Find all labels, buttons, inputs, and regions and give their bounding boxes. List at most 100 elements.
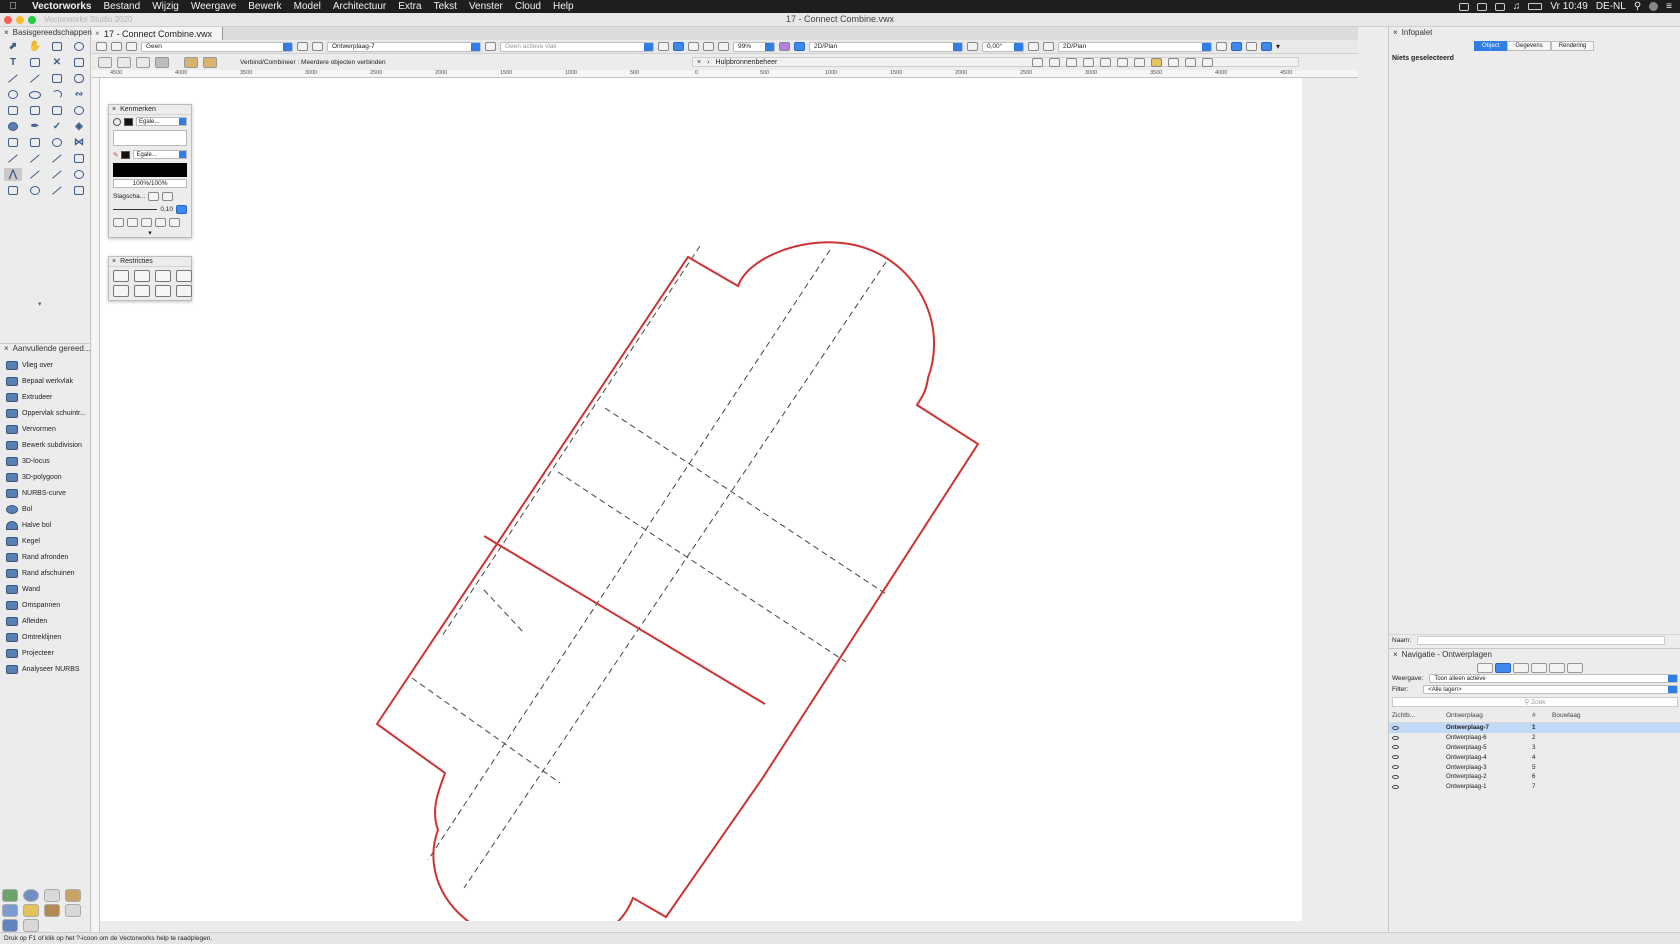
nav-layers-icon[interactable] <box>1495 663 1511 673</box>
shadow-toggle-icon[interactable] <box>148 192 160 201</box>
polygon-tool[interactable] <box>26 104 44 117</box>
close-icon[interactable]: × <box>1393 650 1398 659</box>
marker-both-icon[interactable] <box>141 218 152 227</box>
selection-tool[interactable]: ⬈ <box>4 40 22 53</box>
marker-left-icon[interactable] <box>127 218 138 227</box>
nav-classes-icon[interactable] <box>1477 663 1493 673</box>
view-dropdown[interactable]: 2D/Plan <box>809 41 963 52</box>
mirror-tool[interactable]: ⋈ <box>70 136 88 149</box>
tool-chamfer-edge[interactable]: Rand afschuinen <box>0 565 91 581</box>
snap-plane-icon[interactable] <box>1168 58 1179 67</box>
menu-app[interactable]: Vectorworks <box>26 1 97 12</box>
tape-measure-tool[interactable] <box>4 184 22 197</box>
snap-point-icon[interactable] <box>1117 58 1128 67</box>
trim-tool[interactable] <box>26 152 44 165</box>
menu-venster[interactable]: Venster <box>463 1 509 12</box>
zoom-tool[interactable] <box>70 40 88 53</box>
panel-splitter[interactable] <box>1358 27 1388 932</box>
circle-tool[interactable] <box>4 88 22 101</box>
render-icon[interactable] <box>1028 42 1039 51</box>
tab-data[interactable]: Gegevens <box>1507 41 1551 51</box>
toolset-furniture-icon[interactable] <box>65 889 81 902</box>
eyedropper-tool[interactable]: ✒ <box>26 120 44 133</box>
col-layer[interactable]: Ontwerplaag <box>1446 712 1532 719</box>
callout-tool[interactable] <box>26 56 44 69</box>
fillet-tool[interactable] <box>26 168 44 181</box>
pan-tool[interactable]: ✋ <box>26 40 44 53</box>
3d-object-tool[interactable] <box>70 184 88 197</box>
input-locale[interactable]: DE-NL <box>1596 1 1626 12</box>
constraint-remove-icon[interactable] <box>176 270 192 282</box>
screen-layout-icon[interactable] <box>1246 42 1257 51</box>
double-polygon-tool[interactable] <box>48 104 66 117</box>
trim-mode-icon[interactable] <box>184 56 198 68</box>
grid-icon[interactable] <box>779 42 790 51</box>
toolset-box-icon[interactable] <box>44 904 60 917</box>
class-dropdown[interactable]: Geen <box>141 41 293 52</box>
dropbox-icon[interactable] <box>1476 2 1487 11</box>
snap-object-icon[interactable] <box>1049 58 1060 67</box>
split-tool[interactable] <box>4 152 22 165</box>
layer-search-input[interactable]: ⚲ Zoek <box>1392 697 1678 707</box>
layer-icon[interactable] <box>312 42 323 51</box>
tool-nurbs-curve[interactable]: NURBS-curve <box>0 485 91 501</box>
tab-object[interactable]: Object <box>1474 41 1508 51</box>
toolset-stair-icon[interactable] <box>23 919 39 932</box>
menu-wijzig[interactable]: Wijzig <box>146 1 185 12</box>
spotlight-icon[interactable]: ⚲ <box>1634 1 1641 12</box>
chevron-down-icon[interactable]: ▾ <box>1276 42 1280 51</box>
tool-extract[interactable]: Afleiden <box>0 613 91 629</box>
close-icon[interactable]: × <box>112 106 116 113</box>
document-tab[interactable]: × 17 - Connect Combine.vwx <box>92 27 224 40</box>
tool-working-plane[interactable]: Bepaal werkvlak <box>0 373 91 389</box>
tool-deform[interactable]: Vervormen <box>0 421 91 437</box>
menu-cloud[interactable]: Cloud <box>509 1 547 12</box>
layer-row[interactable]: Ontwerplaag-4 4 <box>1389 752 1680 762</box>
tool-extrude[interactable]: Extrudeer <box>0 389 91 405</box>
dimension-tool[interactable]: ✕ <box>48 56 66 69</box>
render-mode-dropdown[interactable]: 2D/Plan <box>1058 41 1212 52</box>
view-options-icon[interactable] <box>658 42 669 51</box>
snap-grid-icon[interactable] <box>1032 58 1043 67</box>
protractor-tool[interactable] <box>26 184 44 197</box>
offset-tool[interactable] <box>48 152 66 165</box>
tool-flyover[interactable]: Vlieg over <box>0 357 91 373</box>
constraint-dimension-icon[interactable] <box>134 270 150 282</box>
toolset-sphere-icon[interactable] <box>23 889 39 902</box>
snap-settings-icon[interactable] <box>1261 42 1272 51</box>
close-tab-icon[interactable]: × <box>95 29 100 38</box>
menu-extra[interactable]: Extra <box>392 1 427 12</box>
freehand-tool[interactable]: ∾ <box>70 88 88 101</box>
arc-tool[interactable] <box>48 88 66 101</box>
visibility-cell[interactable] <box>1392 745 1446 750</box>
polyline-tool[interactable] <box>4 104 22 117</box>
projection-icon[interactable] <box>1043 42 1054 51</box>
text-tool[interactable]: T <box>4 56 22 69</box>
tool-fillet-edge[interactable]: Rand afronden <box>0 549 91 565</box>
volume-icon[interactable]: ♫ <box>1513 1 1521 12</box>
tool-taper-face[interactable]: Oppervlak schuintr... <box>0 405 91 421</box>
battery-icon[interactable] <box>1528 3 1543 10</box>
view-visibility-dropdown[interactable]: Toon alleen actieve <box>1429 674 1678 683</box>
snap-tangent-icon[interactable] <box>1134 58 1145 67</box>
bezier-tool[interactable] <box>70 168 88 181</box>
snap-working-plane-icon[interactable] <box>1185 58 1196 67</box>
menu-bestand[interactable]: Bestand <box>97 1 146 12</box>
symbol-tool[interactable] <box>70 56 88 69</box>
fit-view-icon[interactable] <box>688 42 699 51</box>
close-palette-icon[interactable]: × <box>4 344 9 353</box>
menu-tekst[interactable]: Tekst <box>428 1 463 12</box>
visibility-cell[interactable] <box>1392 735 1446 740</box>
end-marker-icon[interactable] <box>169 218 180 227</box>
spiral-tool[interactable] <box>4 120 22 133</box>
pen-style-dropdown[interactable]: Egale... <box>133 150 187 159</box>
collapse-handle-icon[interactable]: ▾ <box>109 229 191 237</box>
start-marker-icon[interactable] <box>113 218 124 227</box>
snap-intersection-icon[interactable] <box>1083 58 1094 67</box>
forward-view-icon[interactable] <box>111 42 122 51</box>
user-avatar[interactable] <box>1649 2 1659 11</box>
class-options-icon[interactable] <box>297 42 308 51</box>
apple-icon[interactable]:  <box>0 1 26 12</box>
lighting-icon[interactable] <box>1216 42 1227 51</box>
chevron-right-icon[interactable]: › <box>707 59 709 66</box>
